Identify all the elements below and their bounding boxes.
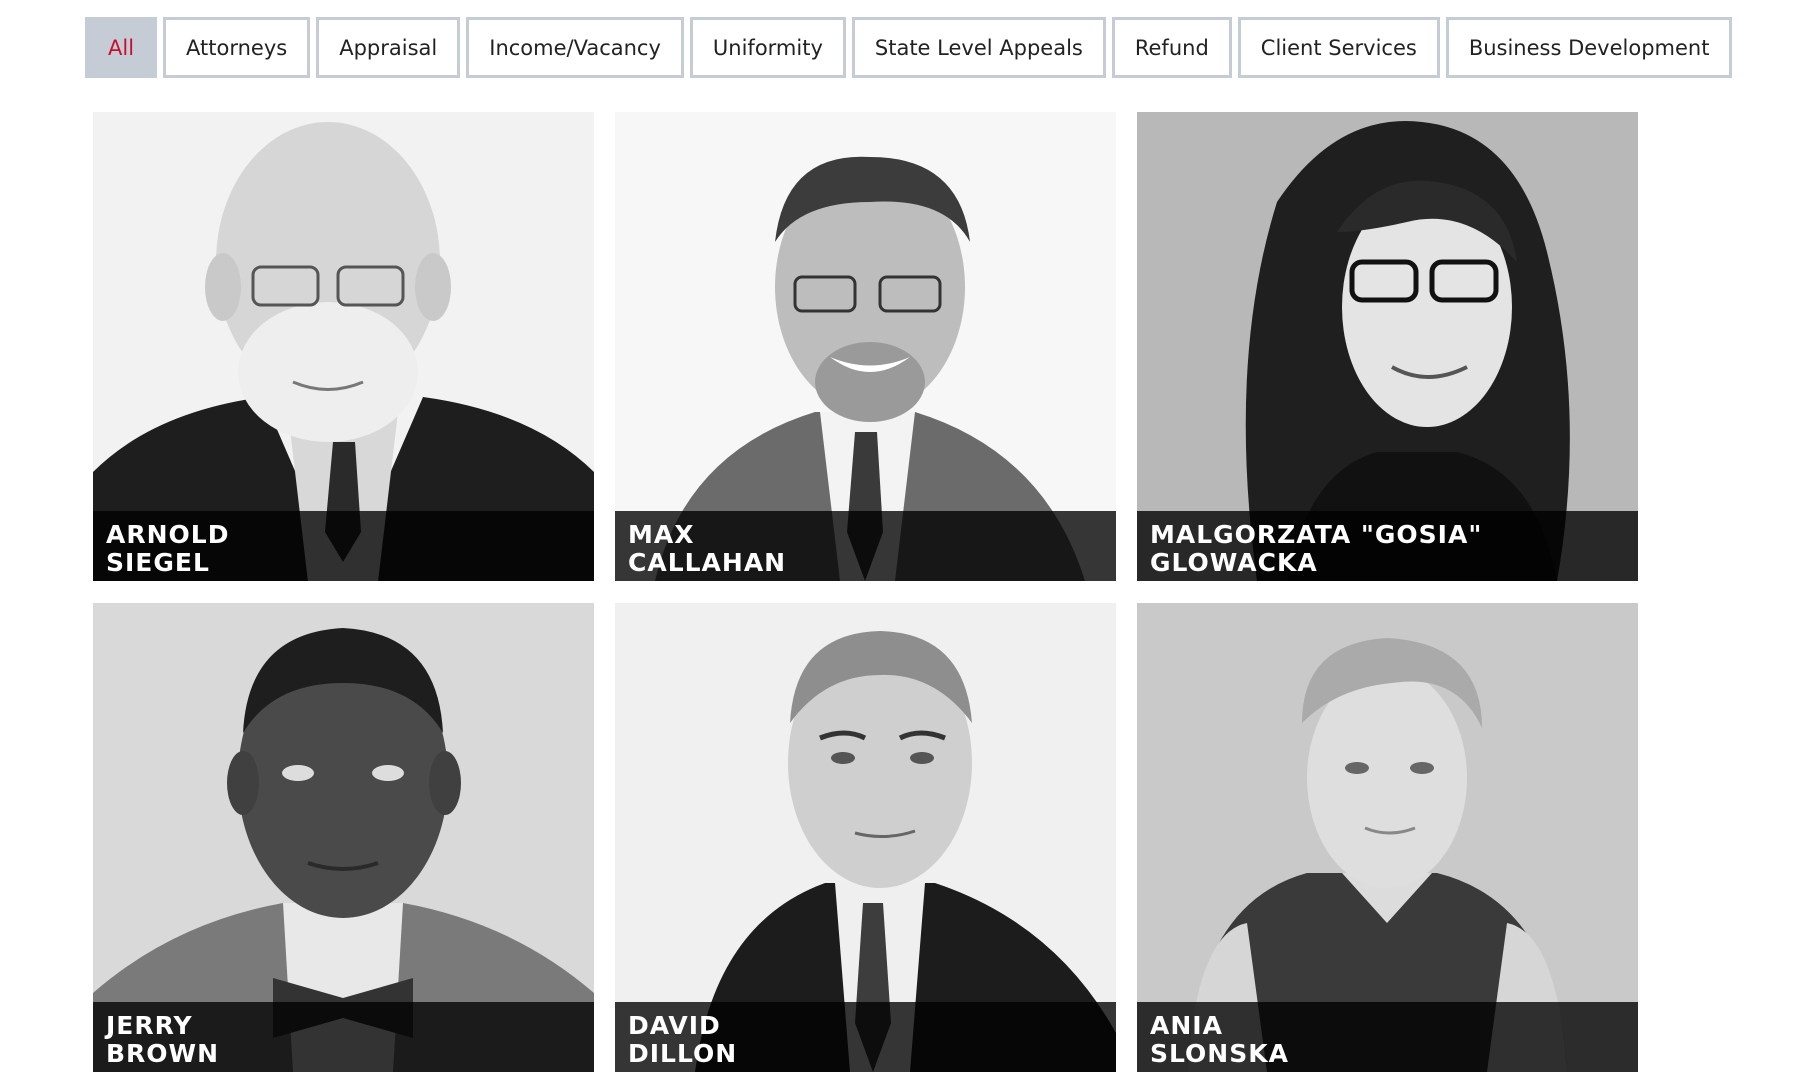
filter-income-vacancy[interactable]: Income/Vacancy [466, 17, 684, 78]
team-card-ania-slonska[interactable]: ANIA SLONSKA [1137, 603, 1638, 1072]
name-overlay: ANIA SLONSKA [1137, 1002, 1638, 1072]
member-first-name: ARNOLD [106, 520, 230, 549]
team-card-arnold-siegel[interactable]: ARNOLD SIEGEL [93, 112, 594, 581]
filter-refund[interactable]: Refund [1111, 17, 1232, 78]
name-overlay: MAX CALLAHAN [615, 511, 1116, 581]
team-grid: ARNOLD SIEGEL MAX CALLAHAN MALGORZATA "G… [93, 112, 1638, 1072]
member-first-name: MAX [628, 520, 695, 549]
filter-attorneys[interactable]: Attorneys [163, 17, 311, 78]
name-overlay: DAVID DILLON [615, 1002, 1116, 1072]
member-first-name: ANIA [1150, 1011, 1223, 1040]
member-first-name: DAVID [628, 1011, 721, 1040]
member-last-name: SIEGEL [106, 548, 210, 577]
member-last-name: BROWN [106, 1039, 220, 1068]
filter-state-level-appeals[interactable]: State Level Appeals [851, 17, 1106, 78]
filter-all[interactable]: All [85, 17, 158, 78]
category-filter-bar: All Attorneys Appraisal Income/Vacancy U… [85, 17, 1733, 78]
filter-appraisal[interactable]: Appraisal [316, 17, 461, 78]
member-first-name: JERRY [106, 1011, 193, 1040]
name-overlay: JERRY BROWN [93, 1002, 594, 1072]
member-first-name: MALGORZATA "GOSIA" [1150, 520, 1483, 549]
team-card-max-callahan[interactable]: MAX CALLAHAN [615, 112, 1116, 581]
member-last-name: CALLAHAN [628, 548, 787, 577]
filter-business-development[interactable]: Business Development [1445, 17, 1733, 78]
team-card-malgorzata-glowacka[interactable]: MALGORZATA "GOSIA" GLOWACKA [1137, 112, 1638, 581]
name-overlay: MALGORZATA "GOSIA" GLOWACKA [1137, 511, 1638, 581]
name-overlay: ARNOLD SIEGEL [93, 511, 594, 581]
filter-client-services[interactable]: Client Services [1237, 17, 1440, 78]
member-last-name: GLOWACKA [1150, 548, 1318, 577]
team-card-david-dillon[interactable]: DAVID DILLON [615, 603, 1116, 1072]
member-last-name: DILLON [628, 1039, 738, 1068]
member-last-name: SLONSKA [1150, 1039, 1289, 1068]
filter-uniformity[interactable]: Uniformity [689, 17, 846, 78]
team-card-jerry-brown[interactable]: JERRY BROWN [93, 603, 594, 1072]
